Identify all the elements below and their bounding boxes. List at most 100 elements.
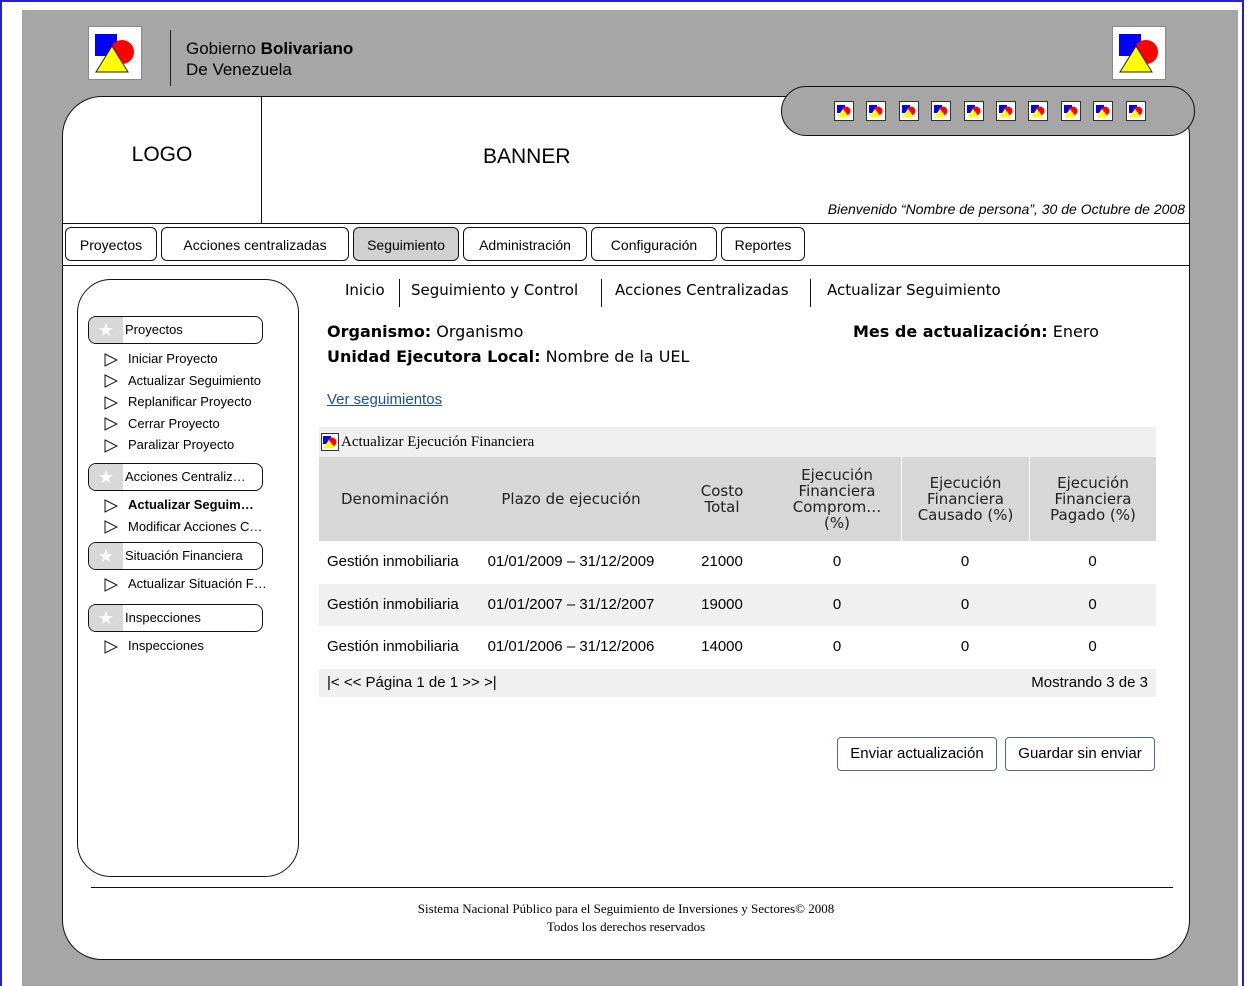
sidebar-item[interactable]: Actualizar Situación F… — [104, 576, 267, 592]
quick-icon[interactable] — [1093, 101, 1114, 121]
sidebar-item[interactable]: Actualizar Seguimiento — [104, 373, 261, 389]
col-causado[interactable]: Ejecución Financiera Causado (%) — [901, 457, 1029, 541]
table-cell: 0 — [832, 553, 842, 570]
star-icon: ★ — [89, 605, 123, 631]
table-pager: |< << Página 1 de 1 >> >| Mostrando 3 de… — [319, 669, 1156, 697]
sidebar-item-label: Actualizar Situación F… — [128, 576, 267, 591]
sidebar-item-label: Actualizar Seguim… — [128, 497, 254, 512]
table-row[interactable]: Gestión inmobiliaria 01/01/2007 – 31/12/2… — [319, 583, 1156, 626]
panel-title: Actualizar Ejecución Financiera — [341, 434, 535, 450]
sidebar-section[interactable]: ★ Inspecciones — [88, 604, 263, 632]
breadcrumb-item[interactable]: Seguimiento y Control — [411, 281, 578, 299]
government-logo — [88, 26, 142, 80]
table-cell: 01/01/2006 – 31/12/2006 — [487, 638, 655, 655]
uel-value: Nombre de la UEL — [540, 347, 690, 366]
government-country: De Venezuela — [186, 60, 292, 79]
uel-label: Unidad Ejecutora Local: — [327, 347, 541, 366]
sidebar-item[interactable]: Cerrar Proyecto — [104, 416, 220, 432]
breadcrumb-separator — [810, 279, 811, 307]
panel-icon — [321, 433, 339, 451]
sidebar-section[interactable]: ★ Acciones Centraliz… — [88, 463, 263, 491]
mes-value: Enero — [1047, 322, 1099, 341]
triangle-right-icon — [104, 577, 118, 592]
sidebar-item[interactable]: Modificar Acciones C… — [104, 519, 262, 535]
breadcrumb-item[interactable]: Actualizar Seguimiento — [827, 281, 1001, 299]
quick-icon[interactable] — [1028, 101, 1049, 121]
quick-icon[interactable] — [898, 101, 919, 121]
breadcrumb-item[interactable]: Acciones Centralizadas — [615, 281, 789, 299]
tab-2[interactable]: Seguimiento — [353, 227, 459, 261]
table-cell: Gestión inmobiliaria — [327, 595, 459, 613]
col-plazo[interactable]: Plazo de ejecución — [471, 457, 671, 541]
mes-info: Mes de actualización: Enero — [853, 322, 1099, 341]
mes-label: Mes de actualización: — [853, 322, 1048, 341]
sidebar-item-label: Modificar Acciones C… — [128, 518, 263, 534]
col-pagado[interactable]: Ejecución Financiera Pagado (%) — [1029, 457, 1156, 541]
enviar-actualizacion-button[interactable]: Enviar actualización — [837, 737, 997, 771]
table-cell: 0 — [1088, 638, 1097, 655]
table-cell: 0 — [1088, 595, 1097, 613]
sidebar-item[interactable]: Paralizar Proyecto — [104, 437, 234, 453]
quick-icon[interactable] — [931, 101, 952, 121]
breadcrumb-separator — [601, 279, 602, 307]
sidebar-section-label: Situación Financiera — [125, 548, 243, 563]
col-comprometido[interactable]: Ejecución Financiera Comprom… (%) — [773, 457, 901, 541]
sidebar-item[interactable]: Iniciar Proyecto — [104, 351, 218, 367]
tab-0[interactable]: Proyectos — [65, 227, 157, 261]
table-row[interactable]: Gestión inmobiliaria 01/01/2006 – 31/12/2… — [319, 626, 1156, 668]
sidebar-item[interactable]: Replanificar Proyecto — [104, 394, 252, 410]
footer-rights: Todos los derechos reservados — [546, 919, 706, 934]
government-prefix: Gobierno — [186, 39, 261, 58]
star-icon: ★ — [89, 317, 123, 343]
sidebar-item[interactable]: Inspecciones — [104, 638, 204, 654]
uel-info: Unidad Ejecutora Local: Nombre de la UEL — [327, 347, 689, 366]
tab-1[interactable]: Acciones centralizadas — [161, 227, 349, 261]
breadcrumb-separator — [399, 279, 400, 307]
triangle-right-icon — [104, 438, 118, 453]
sidebar-item-label: Iniciar Proyecto — [128, 351, 218, 366]
sidebar-section[interactable]: ★ Situación Financiera — [88, 542, 263, 570]
footer-copyright: Sistema Nacional Público para el Seguimi… — [417, 901, 835, 916]
triangle-right-icon — [104, 417, 118, 431]
breadcrumb-item[interactable]: Inicio — [345, 281, 385, 299]
ver-seguimientos-link[interactable]: Ver seguimientos — [327, 391, 442, 408]
secondary-logo — [1112, 26, 1166, 80]
organismo-label: Organismo: — [327, 322, 432, 341]
quick-icon[interactable] — [866, 101, 887, 121]
sidebar-item[interactable]: Actualizar Seguim… — [104, 497, 254, 513]
triangle-right-icon — [104, 352, 118, 367]
table-cell: 01/01/2009 – 31/12/2009 — [487, 553, 655, 570]
panel-header: Actualizar Ejecución Financiera — [319, 427, 1156, 457]
table-row[interactable]: Gestión inmobiliaria 01/01/2009 – 31/12/2… — [319, 541, 1156, 583]
tab-5[interactable]: Reportes — [721, 227, 805, 261]
tab-4[interactable]: Configuración — [591, 227, 717, 261]
pager-navigation[interactable]: |< << Página 1 de 1 >> >| — [327, 669, 497, 697]
pager-count: Mostrando 3 de 3 — [1031, 674, 1148, 691]
quick-icon[interactable] — [1125, 101, 1146, 121]
col-costo[interactable]: Costo Total — [671, 457, 773, 541]
triangle-right-icon — [104, 374, 118, 388]
government-bold: Bolivariano — [260, 39, 354, 58]
sidebar-item-label: Replanificar Proyecto — [128, 394, 252, 409]
table-cell: 0 — [1088, 553, 1097, 570]
sidebar-section-label: Inspecciones — [125, 610, 201, 625]
tab-3[interactable]: Administración — [463, 227, 587, 261]
quick-icon[interactable] — [963, 101, 984, 121]
sidebar-section[interactable]: ★ Proyectos — [88, 316, 263, 344]
triangle-right-icon — [104, 520, 118, 534]
quick-icon[interactable] — [834, 101, 854, 121]
logo-divider — [170, 30, 171, 86]
star-icon: ★ — [89, 543, 123, 569]
footer-divider — [91, 887, 1173, 888]
table-cell: 21000 — [701, 553, 743, 570]
organismo-value: Organismo — [431, 322, 524, 341]
guardar-sin-enviar-button[interactable]: Guardar sin enviar — [1005, 737, 1155, 771]
sidebar-section-label: Acciones Centraliz… — [125, 469, 246, 484]
quick-icon[interactable] — [1060, 101, 1081, 121]
quick-icon[interactable] — [996, 101, 1016, 121]
sidebar: ★ Proyectos Iniciar Proyecto Actualizar Seg… — [77, 279, 299, 877]
triangle-right-icon — [104, 395, 118, 410]
table-cell: 0 — [960, 638, 970, 655]
quick-icon-bar — [781, 86, 1195, 136]
col-denominacion[interactable]: Denominación — [319, 457, 471, 541]
